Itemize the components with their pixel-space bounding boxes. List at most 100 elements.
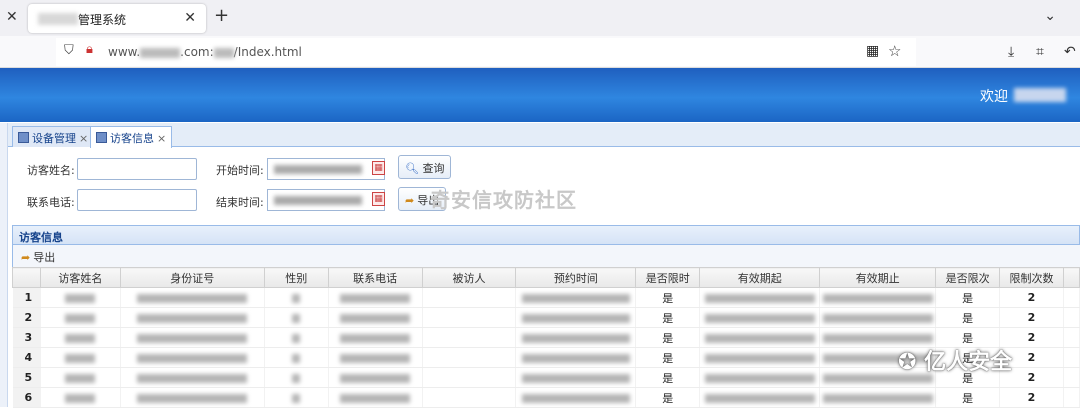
- redacted-value: [65, 373, 96, 383]
- back-arrow-icon[interactable]: ↶: [1064, 44, 1076, 60]
- redacted-value: [521, 293, 630, 303]
- redacted-value: [521, 313, 630, 323]
- redacted-value: [292, 293, 301, 303]
- table-cell: 是: [935, 307, 1001, 328]
- calendar-icon[interactable]: ▦: [372, 192, 385, 206]
- row-number: 4: [12, 347, 41, 368]
- table-cell: [120, 367, 265, 388]
- table-cell: [264, 287, 329, 308]
- table-cell: [264, 347, 329, 368]
- table-header-row: 访客姓名 身份证号 性别 联系电话 被访人 预约时间 是否限时 有效期起 有效期…: [12, 267, 1080, 288]
- redacted-value: [65, 353, 96, 363]
- start-time-label: 开始时间:: [216, 164, 264, 177]
- close-icon[interactable]: ✕: [6, 9, 18, 25]
- tab-label: 设备管理: [32, 132, 76, 145]
- browser-tab-title: 管理系统: [78, 13, 127, 27]
- url-bar[interactable]: ⛉ 🔒︎ www. .com:/Index.html ▦ ☆: [56, 38, 916, 66]
- export-icon: ➦: [21, 251, 31, 264]
- redacted-value: [292, 393, 301, 403]
- table-cell: [422, 367, 517, 388]
- visitor-name-input[interactable]: [77, 158, 197, 180]
- lock-icon[interactable]: 🔒︎: [86, 42, 93, 57]
- column-header[interactable]: 访客姓名: [39, 267, 121, 288]
- redacted-value: [137, 393, 248, 403]
- table-cell: [40, 367, 121, 388]
- redacted-value: [340, 313, 411, 323]
- column-header[interactable]: 联系电话: [327, 267, 423, 288]
- table-cell: [422, 387, 517, 408]
- shield-icon[interactable]: ⛉: [64, 43, 74, 58]
- end-time-label: 结束时间:: [216, 196, 264, 209]
- table-cell: [515, 287, 637, 308]
- book-icon: [18, 132, 29, 143]
- table-row[interactable]: 1是是2: [12, 287, 1080, 308]
- table-cell: 2: [999, 307, 1064, 328]
- column-header[interactable]: 预约时间: [515, 267, 637, 288]
- table-cell-overflow: [1063, 327, 1080, 348]
- column-header[interactable]: 被访人: [421, 267, 517, 288]
- end-time-input[interactable]: [267, 189, 385, 211]
- table-cell: [120, 287, 265, 308]
- tab-device-management[interactable]: 设备管理 ×: [12, 126, 95, 147]
- redacted-value: [65, 393, 96, 403]
- calendar-icon[interactable]: ▦: [372, 161, 385, 175]
- column-header[interactable]: 是否限时: [635, 267, 701, 288]
- new-tab-icon[interactable]: +: [214, 5, 229, 26]
- row-number-header: [12, 267, 41, 288]
- table-cell: [699, 347, 821, 368]
- row-number: 2: [12, 307, 41, 328]
- browser-tab[interactable]: 管理系统 ✕: [28, 4, 206, 33]
- tab-close-icon[interactable]: ✕: [184, 10, 196, 26]
- row-number: 3: [12, 327, 41, 348]
- column-header[interactable]: 有效期止: [819, 267, 937, 288]
- table-cell: [819, 287, 937, 308]
- table-cell: 是: [635, 387, 701, 408]
- redacted-value: [292, 333, 301, 343]
- redacted-value: [292, 373, 301, 383]
- toolbar-export-button[interactable]: ➦ 导出: [21, 251, 55, 264]
- table-cell: [422, 327, 517, 348]
- table-cell: [515, 347, 637, 368]
- export-icon: ➦: [405, 194, 415, 207]
- row-number: 5: [12, 367, 41, 388]
- column-header[interactable]: 身份证号: [119, 267, 265, 288]
- tab-close-icon[interactable]: ×: [157, 132, 166, 145]
- table-cell: [120, 307, 265, 328]
- tab-visitor-info[interactable]: 访客信息 ×: [90, 126, 173, 148]
- table-cell: [819, 387, 937, 408]
- table-cell: 是: [635, 327, 701, 348]
- start-time-input[interactable]: [267, 158, 385, 180]
- query-button[interactable]: 🔍︎ 查询: [398, 155, 452, 179]
- table-cell: [40, 347, 121, 368]
- table-cell: [328, 347, 423, 368]
- table-cell: [328, 367, 423, 388]
- book-icon: [96, 132, 107, 143]
- table-cell-overflow: [1063, 367, 1080, 388]
- redacted-value: [822, 393, 933, 403]
- bookmark-star-icon[interactable]: ☆: [888, 42, 901, 60]
- tab-close-icon[interactable]: ×: [79, 132, 88, 145]
- table-row[interactable]: 2是是2: [12, 307, 1080, 328]
- phone-input[interactable]: [77, 189, 197, 211]
- table-cell: [422, 307, 517, 328]
- column-header[interactable]: 有效期起: [699, 267, 821, 288]
- table-cell: [515, 387, 637, 408]
- table-row[interactable]: 6是是2: [12, 387, 1080, 408]
- table-cell: [699, 307, 821, 328]
- column-header[interactable]: 性别: [263, 267, 329, 288]
- column-header[interactable]: 是否限次: [935, 267, 1001, 288]
- url-text[interactable]: www. .com:/Index.html: [108, 45, 302, 59]
- redacted-value: [137, 313, 248, 323]
- redacted-value: [704, 373, 815, 383]
- redacted-value: [340, 373, 411, 383]
- qr-code-icon[interactable]: ▦: [866, 43, 879, 59]
- crop-icon[interactable]: ⌗: [1036, 44, 1044, 60]
- table-cell: 是: [635, 367, 701, 388]
- column-header[interactable]: 限制次数: [999, 267, 1064, 288]
- redacted-value: [704, 313, 815, 323]
- chevron-down-icon[interactable]: ⌄: [1044, 8, 1056, 24]
- download-icon[interactable]: ⤓: [1008, 44, 1014, 60]
- redacted-value: [340, 333, 411, 343]
- left-collapsed-panel[interactable]: [0, 123, 8, 407]
- redacted-value: [292, 313, 301, 323]
